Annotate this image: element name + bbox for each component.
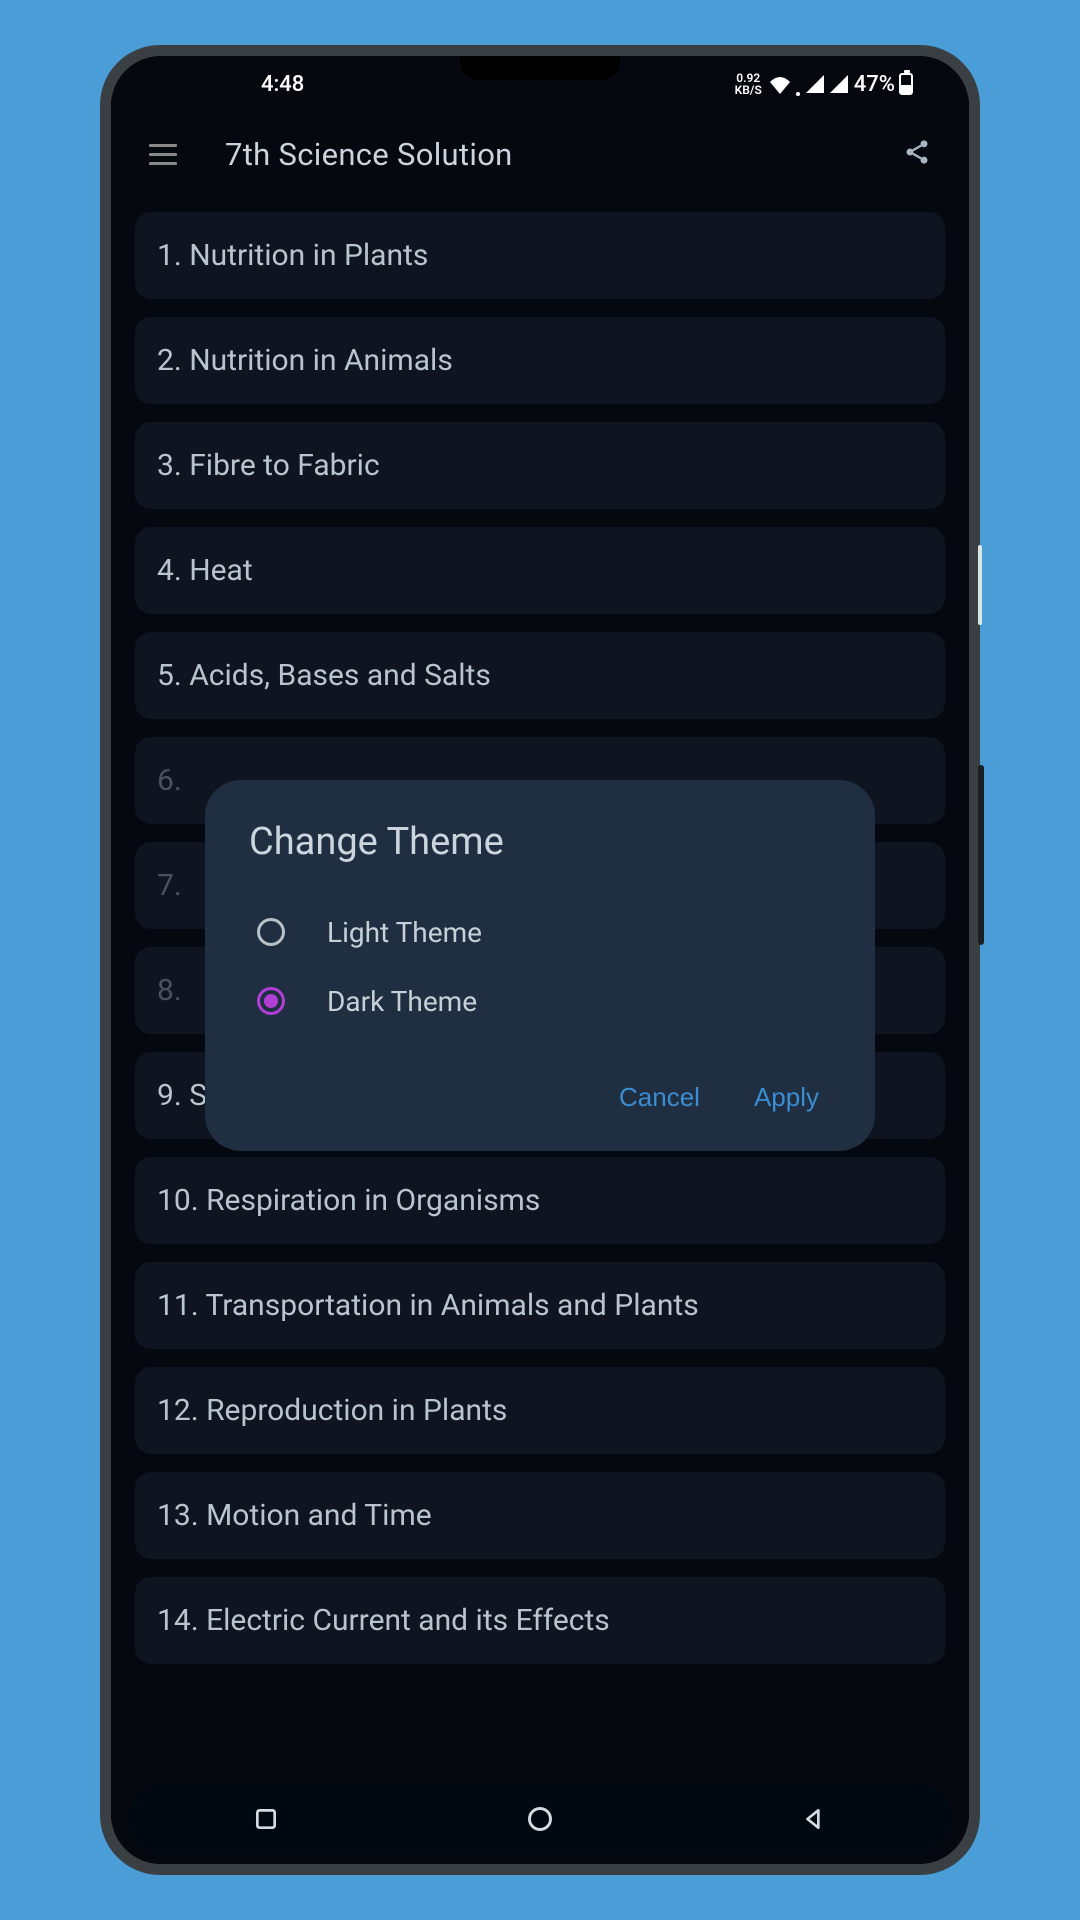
radio-label: Dark Theme [327,985,477,1018]
radio-label: Light Theme [327,916,482,949]
radio-icon-selected [257,987,285,1015]
side-indicator [978,545,982,625]
apply-button[interactable]: Apply [750,1072,823,1123]
radio-icon [257,918,285,946]
device-frame: 4:48 0.92 KB/S 47% [100,45,980,1875]
dialog-overlay[interactable]: Change Theme Light Theme Dark Theme Canc… [111,56,969,1864]
radio-dark-theme[interactable]: Dark Theme [249,967,831,1036]
change-theme-dialog: Change Theme Light Theme Dark Theme Canc… [205,780,875,1151]
power-button [978,765,984,945]
dialog-title: Change Theme [249,820,831,864]
cancel-button[interactable]: Cancel [615,1072,704,1123]
radio-light-theme[interactable]: Light Theme [249,898,831,967]
